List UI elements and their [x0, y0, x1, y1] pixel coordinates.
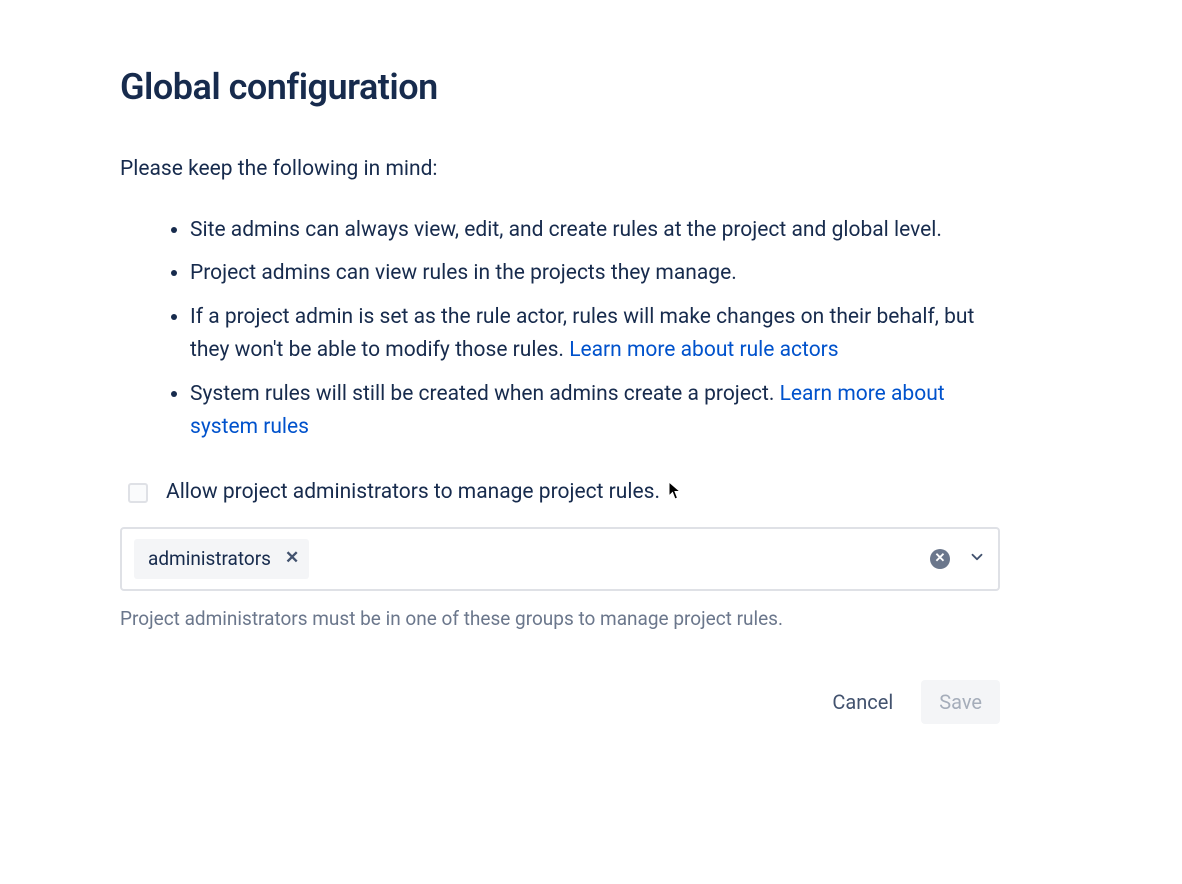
- cursor-icon: [668, 481, 682, 501]
- groups-select[interactable]: administrators ✕ ✕: [120, 527, 1000, 592]
- chevron-down-icon[interactable]: [968, 544, 986, 574]
- remove-tag-icon[interactable]: ✕: [281, 546, 303, 572]
- list-item: Site admins can always view, edit, and c…: [190, 214, 1000, 248]
- group-tag-label: administrators: [148, 545, 271, 574]
- list-item-text: Site admins can always view, edit, and c…: [190, 218, 942, 242]
- clear-all-icon[interactable]: ✕: [930, 549, 950, 569]
- list-item: If a project admin is set as the rule ac…: [190, 301, 1000, 368]
- select-controls: ✕: [930, 544, 986, 574]
- list-item: System rules will still be created when …: [190, 378, 1000, 445]
- rule-actors-link[interactable]: Learn more about rule actors: [569, 338, 838, 362]
- allow-admins-label: Allow project administrators to manage p…: [166, 477, 660, 509]
- action-buttons: Cancel Save: [120, 680, 1000, 724]
- list-item-text: System rules will still be created when …: [190, 382, 780, 406]
- page-title: Global configuration: [120, 60, 1000, 114]
- list-item: Project admins can view rules in the pro…: [190, 257, 1000, 291]
- intro-text: Please keep the following in mind:: [120, 154, 1000, 186]
- global-config-panel: Global configuration Please keep the fol…: [120, 60, 1000, 724]
- selected-tags: administrators ✕: [134, 539, 309, 580]
- allow-admins-checkbox[interactable]: [128, 483, 148, 503]
- list-item-text: Project admins can view rules in the pro…: [190, 261, 737, 285]
- allow-admins-row: Allow project administrators to manage p…: [128, 477, 1000, 509]
- group-tag: administrators ✕: [134, 539, 309, 580]
- allow-admins-label-text: Allow project administrators to manage p…: [166, 480, 660, 504]
- groups-helper-text: Project administrators must be in one of…: [120, 605, 1000, 634]
- save-button[interactable]: Save: [921, 680, 1000, 724]
- cancel-button[interactable]: Cancel: [814, 680, 911, 724]
- info-list: Site admins can always view, edit, and c…: [120, 214, 1000, 446]
